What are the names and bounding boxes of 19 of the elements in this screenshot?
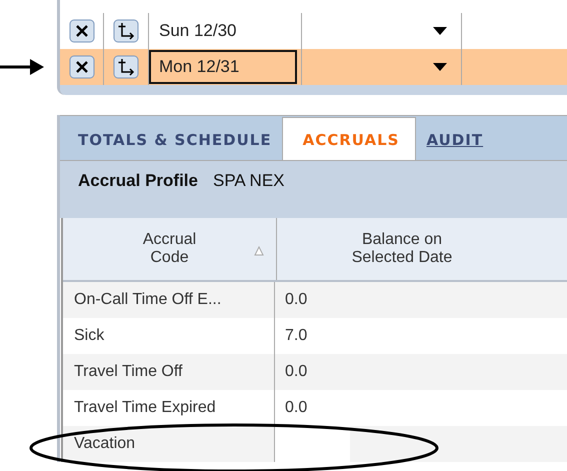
- transfer-icon[interactable]: [113, 19, 139, 43]
- profile-label: Accrual Profile: [78, 171, 198, 192]
- profile-value: SPA NEX: [213, 171, 284, 192]
- delete-icon[interactable]: [68, 55, 94, 79]
- sort-icon: [254, 246, 264, 256]
- dropdown-caret-icon[interactable]: [433, 63, 447, 71]
- audit-link[interactable]: AUDIT: [416, 120, 494, 160]
- tab[interactable]: TOTALS & SCHEDULE: [60, 120, 282, 160]
- column-header[interactable]: Accrual Code: [63, 218, 277, 280]
- transfer-icon[interactable]: [113, 55, 139, 79]
- table-cell-text: 0.0: [284, 362, 308, 382]
- table-cell-text: 0.0: [284, 290, 308, 310]
- dropdown-caret-icon[interactable]: [433, 27, 447, 35]
- column-header[interactable]: Balance on Selected Date: [277, 218, 527, 280]
- table-cell-text: 0.0: [284, 398, 308, 418]
- table-cell-text: 7.0: [284, 326, 308, 346]
- date-field[interactable]: Sun 12/30: [149, 14, 297, 48]
- date-field[interactable]: Mon 12/31: [149, 50, 297, 84]
- delete-icon[interactable]: [68, 19, 94, 43]
